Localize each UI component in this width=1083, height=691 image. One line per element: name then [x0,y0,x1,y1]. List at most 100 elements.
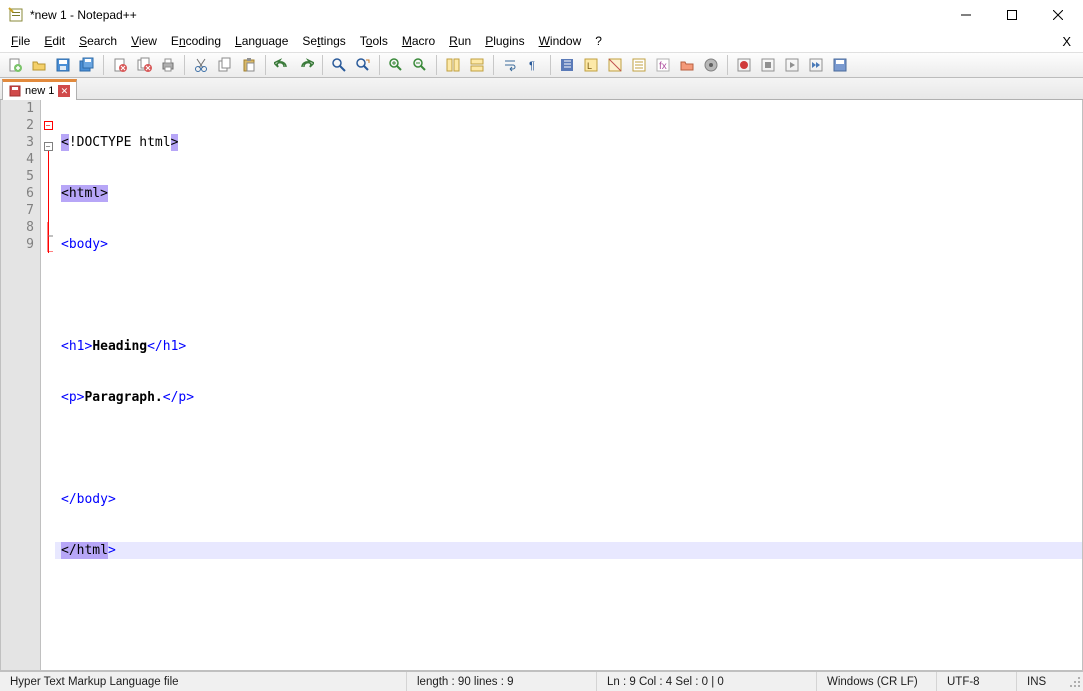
stop-macro-button[interactable] [757,54,779,76]
doc-list-button[interactable] [628,54,650,76]
line-number: 9 [7,236,34,253]
fold-column[interactable]: − − [41,100,55,670]
line-number: 2 [7,117,34,134]
replace-button[interactable] [352,54,374,76]
show-all-chars-button[interactable]: ¶ [523,54,545,76]
minimize-button[interactable] [943,0,989,30]
toolbar-separator [265,55,266,75]
close-file-button[interactable] [109,54,131,76]
line-number: 1 [7,100,34,117]
menu-encoding[interactable]: Encoding [164,32,228,50]
line-number: 4 [7,151,34,168]
zoom-in-button[interactable] [385,54,407,76]
redo-button[interactable] [295,54,317,76]
tab-close-icon[interactable]: ✕ [58,85,70,97]
menu-run[interactable]: Run [442,32,478,50]
menu-language[interactable]: Language [228,32,295,50]
open-file-button[interactable] [28,54,50,76]
status-eol[interactable]: Windows (CR LF) [817,672,937,691]
line-number: 5 [7,168,34,185]
svg-text:¶: ¶ [529,60,535,72]
window-title: *new 1 - Notepad++ [30,8,943,22]
menu-macro[interactable]: Macro [395,32,442,50]
line-number: 3 [7,134,34,151]
code-view[interactable]: <!DOCTYPE html> <html> <body> <h1>Headin… [55,100,1082,670]
line-number: 8 [7,219,34,236]
sync-vscroll-button[interactable] [442,54,464,76]
doc-map-button[interactable] [604,54,626,76]
code-line[interactable]: <body> [55,236,1082,253]
status-length: length : 90 lines : 9 [407,672,597,691]
toolbar-separator [184,55,185,75]
menu-plugins[interactable]: Plugins [478,32,531,50]
undo-button[interactable] [271,54,293,76]
paste-button[interactable] [238,54,260,76]
toolbar-separator [436,55,437,75]
fold-minus-icon[interactable]: − [44,121,53,130]
line-number: 6 [7,185,34,202]
menu-edit[interactable]: Edit [37,32,72,50]
menu-bar: File Edit Search View Encoding Language … [0,30,1083,52]
save-macro-button[interactable] [829,54,851,76]
line-number-gutter: 1 2 3 4 5 6 7 8 9 [1,100,41,670]
close-button[interactable] [1035,0,1081,30]
tab-new1[interactable]: new 1 ✕ [2,79,77,100]
code-line[interactable]: <h1>Heading</h1> [55,338,1082,355]
maximize-button[interactable] [989,0,1035,30]
indent-guides-button[interactable] [556,54,578,76]
code-line[interactable]: </html> [55,542,1082,559]
tab-bar: new 1 ✕ [0,78,1083,100]
udl-button[interactable]: L [580,54,602,76]
toolbar-separator [322,55,323,75]
unsaved-file-icon [9,85,21,97]
app-icon [8,7,24,23]
find-button[interactable] [328,54,350,76]
close-all-button[interactable] [133,54,155,76]
zoom-out-button[interactable] [409,54,431,76]
sync-hscroll-button[interactable] [466,54,488,76]
menu-view[interactable]: View [124,32,164,50]
fold-minus-icon[interactable]: − [44,142,53,151]
status-ins[interactable]: INS [1017,672,1065,691]
toolbar-separator [727,55,728,75]
window-title-bar: *new 1 - Notepad++ [0,0,1083,30]
save-button[interactable] [52,54,74,76]
menu-window[interactable]: Window [532,32,589,50]
menu-search[interactable]: Search [72,32,124,50]
play-multi-macro-button[interactable] [805,54,827,76]
line-number: 7 [7,202,34,219]
save-all-button[interactable] [76,54,98,76]
code-line[interactable]: </body> [55,491,1082,508]
toolbar-separator [103,55,104,75]
record-macro-button[interactable] [733,54,755,76]
code-line[interactable] [55,440,1082,457]
folder-workspace-button[interactable] [676,54,698,76]
new-file-button[interactable] [4,54,26,76]
wordwrap-button[interactable] [499,54,521,76]
menu-tools[interactable]: Tools [353,32,395,50]
menu-help[interactable]: ? [588,32,609,50]
status-encoding[interactable]: UTF-8 [937,672,1017,691]
code-line[interactable]: <!DOCTYPE html> [55,134,1082,151]
cut-button[interactable] [190,54,212,76]
code-line[interactable]: <p>Paragraph.</p> [55,389,1082,406]
svg-text:fx: fx [659,61,667,72]
code-line[interactable]: <html> [55,185,1082,202]
resize-grip-icon[interactable] [1065,674,1083,690]
status-filetype: Hyper Text Markup Language file [0,672,407,691]
menu-close-x[interactable]: X [1054,34,1079,49]
toolbar: ¶ L fx [0,52,1083,78]
toolbar-separator [550,55,551,75]
func-list-button[interactable]: fx [652,54,674,76]
code-line[interactable] [55,287,1082,304]
menu-settings[interactable]: Settings [295,32,352,50]
print-button[interactable] [157,54,179,76]
svg-text:L: L [587,61,592,71]
tab-label: new 1 [25,85,54,97]
play-macro-button[interactable] [781,54,803,76]
editor-area[interactable]: 1 2 3 4 5 6 7 8 9 − − <!DOCTYPE html> <h… [0,100,1083,671]
monitoring-button[interactable] [700,54,722,76]
menu-file[interactable]: File [4,32,37,50]
status-position: Ln : 9 Col : 4 Sel : 0 | 0 [597,672,817,691]
copy-button[interactable] [214,54,236,76]
